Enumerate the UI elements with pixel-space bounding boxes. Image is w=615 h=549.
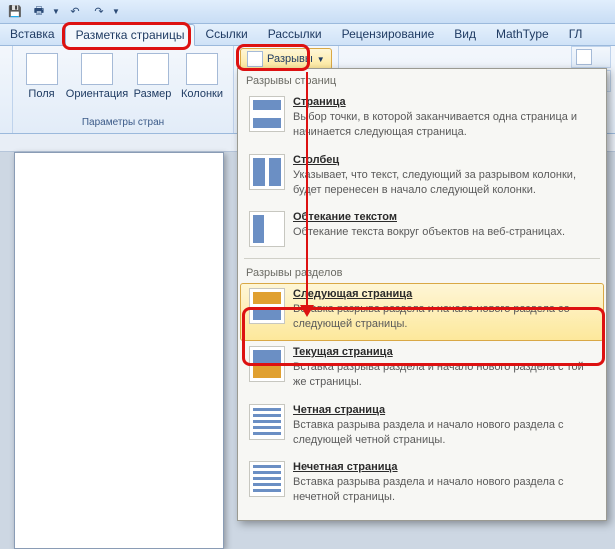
break-next-page[interactable]: Следующая страница Вставка разрыва раздел… <box>240 283 604 341</box>
column-break-icon <box>249 154 285 190</box>
text-wrap-icon <box>249 211 285 247</box>
even-page-icon <box>249 404 285 440</box>
size-button[interactable]: Размер <box>130 49 175 115</box>
group-page-setup-label: Параметры стран <box>19 115 227 130</box>
tab-insert[interactable]: Вставка <box>0 24 65 45</box>
break-continuous[interactable]: Текущая страница Вставка разрыва раздела … <box>240 341 604 399</box>
ribbon-tabs: Вставка Разметка страницы Ссылки Рассылк… <box>0 24 615 46</box>
margins-button[interactable]: Поля <box>19 49 64 115</box>
breaks-icon <box>247 51 263 67</box>
watermark-button[interactable] <box>571 46 611 68</box>
print-preview-icon[interactable]: 🖶 <box>28 2 50 22</box>
break-wrap-desc: Обтекание текста вокруг объектов на веб-… <box>293 225 595 240</box>
columns-label: Колонки <box>181 88 223 100</box>
tab-extra[interactable]: ГЛ <box>559 24 593 45</box>
save-icon[interactable]: 💾 <box>4 2 26 22</box>
watermark-icon <box>576 49 592 65</box>
breaks-label: Разрывы <box>267 53 313 65</box>
tab-mailings[interactable]: Рассылки <box>258 24 332 45</box>
break-odd-title: Нечетная страница <box>293 461 595 473</box>
break-page-title: Страница <box>293 96 595 108</box>
break-text-wrapping[interactable]: Обтекание текстом Обтекание текста вокруг… <box>240 206 604 256</box>
break-even-desc: Вставка разрыва раздела и начало нового … <box>293 418 595 448</box>
break-page-desc: Выбор точки, в которой заканчивается одн… <box>293 110 595 140</box>
tab-review[interactable]: Рецензирование <box>332 24 445 45</box>
dropdown-separator <box>244 258 600 259</box>
dropdown-header-page-breaks: Разрывы страниц <box>238 69 606 91</box>
break-page[interactable]: Страница Выбор точки, в которой заканчива… <box>240 91 604 149</box>
break-cur-title: Текущая страница <box>293 346 595 358</box>
break-column[interactable]: Столбец Указывает, что текст, следующий з… <box>240 149 604 207</box>
page-canvas[interactable] <box>14 152 224 549</box>
group-themes <box>0 46 13 133</box>
orientation-button[interactable]: Ориентация <box>66 49 128 115</box>
break-column-desc: Указывает, что текст, следующий за разры… <box>293 168 595 198</box>
tab-references[interactable]: Ссылки <box>195 24 257 45</box>
margins-label: Поля <box>28 88 54 100</box>
dropdown-header-section-breaks: Разрывы разделов <box>238 261 606 283</box>
size-icon <box>137 53 169 85</box>
next-page-icon <box>249 288 285 324</box>
columns-button[interactable]: Колонки <box>177 49 227 115</box>
break-even-page[interactable]: Четная страница Вставка разрыва раздела и… <box>240 399 604 457</box>
break-next-title: Следующая страница <box>293 288 595 300</box>
break-next-desc: Вставка разрыва раздела и начало нового … <box>293 302 595 332</box>
annotation-arrow-line <box>306 72 308 310</box>
break-odd-desc: Вставка разрыва раздела и начало нового … <box>293 475 595 505</box>
group-page-setup: Поля Ориентация Размер Колонки Параметры… <box>13 46 234 133</box>
qat-more-icon[interactable]: ▼ <box>52 7 62 16</box>
break-even-title: Четная страница <box>293 404 595 416</box>
qat-customize-icon[interactable]: ▼ <box>112 7 122 16</box>
break-column-title: Столбец <box>293 154 595 166</box>
chevron-down-icon: ▼ <box>317 55 325 64</box>
tab-view[interactable]: Вид <box>444 24 486 45</box>
orientation-label: Ориентация <box>66 88 128 100</box>
undo-icon[interactable]: ↶ <box>64 2 86 22</box>
continuous-icon <box>249 346 285 382</box>
page-break-icon <box>249 96 285 132</box>
tab-mathtype[interactable]: MathType <box>486 24 559 45</box>
break-wrap-title: Обтекание текстом <box>293 211 595 223</box>
margins-icon <box>26 53 58 85</box>
tab-page-layout[interactable]: Разметка страницы <box>65 24 196 46</box>
quick-access-toolbar: 💾 🖶 ▼ ↶ ↷ ▼ <box>0 0 615 24</box>
break-cur-desc: Вставка разрыва раздела и начало нового … <box>293 360 595 390</box>
breaks-dropdown: Разрывы страниц Страница Выбор точки, в к… <box>237 68 607 521</box>
orientation-icon <box>81 53 113 85</box>
redo-icon[interactable]: ↷ <box>88 2 110 22</box>
size-label: Размер <box>134 88 172 100</box>
break-odd-page[interactable]: Нечетная страница Вставка разрыва раздела… <box>240 456 604 514</box>
annotation-arrow-head <box>300 305 314 317</box>
odd-page-icon <box>249 461 285 497</box>
breaks-button[interactable]: Разрывы ▼ <box>240 48 332 70</box>
columns-icon <box>186 53 218 85</box>
